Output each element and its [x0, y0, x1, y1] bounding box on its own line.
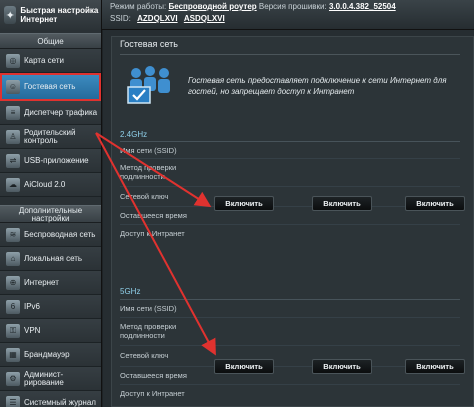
enable-button-5-3[interactable]: Включить — [405, 359, 465, 374]
firmware-link[interactable]: 3.0.0.4.382_52504 — [329, 2, 396, 11]
sidebar-item-label: Беспроводная сеть — [24, 229, 96, 239]
sidebar: Общие ◎ Карта сети ☺ Гостевая сеть ≡ Дис… — [0, 30, 102, 407]
band-24ghz-label: 2.4GHz — [120, 130, 148, 139]
mode-link[interactable]: Беспроводной роутер — [169, 2, 257, 11]
admin-icon: ⚙ — [6, 371, 20, 386]
title-divider — [120, 54, 460, 55]
sidebar-item-label: IPv6 — [24, 301, 41, 311]
row-divider — [120, 317, 460, 318]
sidebar-item-aicloud[interactable]: ☁ AiCloud 2.0 — [0, 173, 101, 197]
sidebar-item-lan[interactable]: ⌂ Локальная сеть — [0, 247, 101, 271]
vpn-icon: ⚿ — [6, 323, 20, 338]
wan-icon: ⊕ — [6, 275, 20, 290]
sidebar-item-label: Гостевая сеть — [24, 81, 76, 91]
ssid-line: SSID: AZDQLXVI ASDQLXVI — [110, 14, 225, 23]
sidebar-item-label: Брандмауэр — [24, 349, 70, 359]
row-divider — [120, 224, 460, 225]
enable-button-24-3[interactable]: Включить — [405, 196, 465, 211]
band-24ghz-divider — [120, 141, 460, 142]
enable-button-24-2[interactable]: Включить — [312, 196, 372, 211]
enable-button-24-1[interactable]: Включить — [214, 196, 274, 211]
lan-icon: ⌂ — [6, 251, 20, 266]
sidebar-item-usb[interactable]: ⇌ USB-приложение — [0, 149, 101, 173]
sidebar-item-wireless[interactable]: ≋ Беспроводная сеть — [0, 223, 101, 247]
ipv6-icon: 6 — [6, 299, 20, 314]
network-map-icon: ◎ — [6, 53, 20, 68]
wand-icon: ✦ — [4, 6, 17, 24]
row-key-24: Сетевой ключ — [120, 192, 169, 201]
row-intranet-5: Доступ к Интранет — [120, 389, 185, 398]
row-time-5: Оставшееся время — [120, 371, 187, 380]
row-divider — [120, 345, 460, 346]
intro-text: Гостевая сеть предоставляет подключение … — [188, 76, 447, 96]
traffic-manager-icon: ≡ — [6, 105, 20, 120]
mode-prefix: Режим работы: — [110, 2, 167, 11]
row-intranet-24: Доступ к Интранет — [120, 229, 185, 238]
sidebar-item-syslog[interactable]: ☰ Системный журнал — [0, 391, 101, 407]
sidebar-item-network-map[interactable]: ◎ Карта сети — [0, 49, 101, 73]
sidebar-item-label: Интернет — [24, 277, 59, 287]
row-time-24: Оставшееся время — [120, 211, 187, 220]
row-divider — [120, 384, 460, 385]
band-5ghz-label: 5GHz — [120, 287, 141, 296]
sidebar-item-ipv6[interactable]: 6 IPv6 — [0, 295, 101, 319]
ssid-link-1[interactable]: AZDQLXVI — [137, 14, 177, 23]
row-divider — [120, 158, 460, 159]
sidebar-item-vpn[interactable]: ⚿ VPN — [0, 319, 101, 343]
row-divider — [120, 186, 460, 187]
main-content: Гостевая сеть Гостевая сеть предоставляе… — [103, 30, 474, 407]
firewall-icon: ▦ — [6, 347, 20, 362]
guest-network-panel: Гостевая сеть Гостевая сеть предоставляе… — [111, 36, 474, 407]
sidebar-item-label: Родительский контроль — [24, 127, 76, 145]
row-ssid-5: Имя сети (SSID) — [120, 304, 177, 313]
sidebar-item-admin[interactable]: ⚙ Админист-рирование — [0, 367, 101, 391]
page-title: Гостевая сеть — [120, 39, 178, 49]
row-key-5: Сетевой ключ — [120, 351, 169, 360]
sidebar-item-traffic-manager[interactable]: ≡ Диспетчер трафика — [0, 101, 101, 125]
quick-setup-button[interactable]: ✦ Быстрая настройка Интернет — [0, 0, 102, 30]
row-ssid-24: Имя сети (SSID) — [120, 146, 177, 155]
sidebar-item-parental-control[interactable]: ♙ Родительский контроль — [0, 125, 101, 149]
sidebar-item-firewall[interactable]: ▦ Брандмауэр — [0, 343, 101, 367]
sidebar-section-general: Общие — [0, 33, 101, 49]
sidebar-item-label: AiCloud 2.0 — [24, 179, 66, 189]
top-bar: ✦ Быстрая настройка Интернет Режим работ… — [0, 0, 474, 30]
wireless-icon: ≋ — [6, 227, 20, 242]
ssid-prefix: SSID: — [110, 14, 131, 23]
sidebar-section-advanced: Дополнительные настройки — [0, 205, 101, 223]
sidebar-item-label: Локальная сеть — [24, 253, 83, 263]
ssid-link-2[interactable]: ASDQLXVI — [184, 14, 225, 23]
row-auth-24: Метод проверки подлинности — [120, 163, 177, 181]
parental-control-icon: ♙ — [6, 129, 20, 144]
status-line: Режим работы: Беспроводной роутер Версия… — [110, 2, 396, 11]
sidebar-item-label: VPN — [24, 325, 41, 335]
syslog-icon: ☰ — [6, 395, 20, 407]
sidebar-item-label: Диспетчер трафика — [24, 107, 98, 117]
cloud-icon: ☁ — [6, 177, 20, 192]
guest-network-illustration-icon — [127, 66, 170, 104]
version-prefix: Версия прошивки: — [258, 2, 327, 11]
row-auth-5: Метод проверки подлинности — [120, 322, 177, 340]
band-5ghz-divider — [120, 299, 460, 300]
sidebar-item-guest-network[interactable]: ☺ Гостевая сеть — [0, 73, 101, 101]
quick-setup-label: Быстрая настройка Интернет — [20, 6, 99, 24]
sidebar-item-label: Карта сети — [24, 55, 64, 65]
sidebar-item-label: Админист-рирование — [24, 369, 64, 387]
sidebar-item-label: USB-приложение — [24, 155, 89, 165]
guest-network-icon: ☺ — [6, 79, 20, 94]
enable-button-5-1[interactable]: Включить — [214, 359, 274, 374]
sidebar-item-wan[interactable]: ⊕ Интернет — [0, 271, 101, 295]
usb-icon: ⇌ — [6, 153, 20, 168]
sidebar-item-label: Системный журнал — [24, 397, 96, 407]
enable-button-5-2[interactable]: Включить — [312, 359, 372, 374]
